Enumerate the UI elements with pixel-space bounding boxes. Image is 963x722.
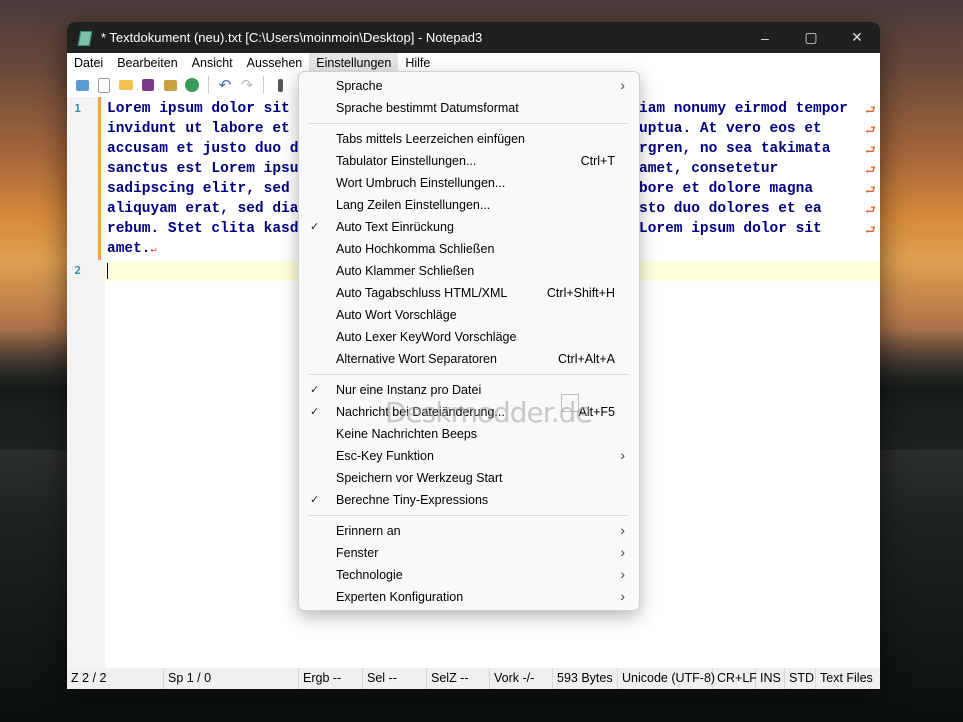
chevron-right-icon: › [620, 522, 625, 538]
change-marker-bar [98, 97, 101, 260]
status-occurrences[interactable]: Vork -/- [490, 668, 553, 689]
menu-item-auto-hochkomma[interactable]: Auto Hochkomma Schließen [303, 238, 635, 260]
menu-item-sprache[interactable]: Sprache › [303, 75, 635, 97]
menu-item-tabs-leerzeichen[interactable]: Tabs mittels Leerzeichen einfügen [303, 128, 635, 150]
checkmark-icon: ✓ [310, 221, 320, 233]
menu-item-sprache-datumsformat[interactable]: Sprache bestimmt Datumsformat [303, 97, 635, 119]
chevron-right-icon: › [620, 588, 625, 604]
watermark-pen-icon [561, 394, 579, 412]
status-column[interactable]: Sp 1 / 0 [164, 668, 299, 689]
menu-item-auto-klammer[interactable]: Auto Klammer Schließen [303, 260, 635, 282]
wrap-mark-icon: ⮐ [865, 123, 876, 137]
menu-item-technologie[interactable]: Technologie › [303, 564, 635, 586]
revert-icon[interactable] [182, 75, 202, 95]
text-line: invidunt ut labore et [107, 121, 290, 137]
text-line-right: iam nonumy eirmod tempor [639, 101, 848, 117]
text-line-right: amet, consetetur [639, 161, 779, 177]
status-encoding[interactable]: Unicode (UTF-8) [618, 668, 715, 689]
menu-einstellungen[interactable]: Einstellungen [309, 53, 399, 73]
close-button[interactable]: ✕ [834, 22, 880, 53]
menu-bar: Datei Bearbeiten Ansicht Aussehen Einste… [67, 53, 880, 73]
status-line-ending[interactable]: CR+LF [713, 668, 757, 689]
text-line-right: Lorem ipsum dolor sit [639, 221, 822, 237]
text-line: rebum. Stet clita kasd [107, 221, 299, 237]
text-line: sanctus est Lorem ipsu [107, 161, 299, 177]
new-file-icon[interactable] [94, 75, 114, 95]
menu-separator [309, 374, 629, 375]
open-folder-icon[interactable] [116, 75, 136, 95]
menu-item-tabulator[interactable]: Tabulator Einstellungen... Ctrl+T [303, 150, 635, 172]
wrap-mark-icon: ⮐ [865, 103, 876, 117]
menu-item-fenster[interactable]: Fenster › [303, 542, 635, 564]
menu-item-auto-text-einrueckung[interactable]: ✓ Auto Text Einrückung [303, 216, 635, 238]
einstellungen-dropdown-menu: Sprache › Sprache bestimmt Datumsformat T… [298, 71, 640, 611]
menu-item-wort-umbruch[interactable]: Wort Umbruch Einstellungen... [303, 172, 635, 194]
text-line-right: uptua. At vero eos et [639, 121, 822, 137]
window-title: * Textdokument (neu).txt [C:\Users\moinm… [101, 30, 483, 45]
text-line-right: sto duo dolores et ea [639, 201, 822, 217]
text-line: Lorem ipsum dolor sit [107, 101, 290, 117]
minimize-button[interactable]: – [742, 22, 788, 53]
save-icon[interactable] [138, 75, 158, 95]
text-line: aliquyam erat, sed dia [107, 201, 299, 217]
chevron-right-icon: › [620, 544, 625, 560]
toolbar-separator [263, 76, 264, 94]
text-line: amet.↵ [107, 239, 157, 261]
toolbar-separator [208, 76, 209, 94]
menu-ansicht[interactable]: Ansicht [185, 53, 240, 73]
checkmark-icon: ✓ [310, 494, 320, 506]
menu-item-erinnern-an[interactable]: Erinnern an › [303, 520, 635, 542]
menu-separator [309, 123, 629, 124]
eol-mark-icon: ↵ [150, 245, 157, 256]
status-result[interactable]: Ergb -- [299, 668, 363, 689]
new-window-icon[interactable] [72, 75, 92, 95]
checkmark-icon: ✓ [310, 406, 320, 418]
menu-bearbeiten[interactable]: Bearbeiten [110, 53, 184, 73]
title-bar: * Textdokument (neu).txt [C:\Users\moinm… [67, 22, 880, 53]
menu-item-auto-lexer-keyword[interactable]: Auto Lexer KeyWord Vorschläge [303, 326, 635, 348]
undo-icon[interactable]: ↶ [215, 75, 235, 95]
status-file-size[interactable]: 593 Bytes [553, 668, 618, 689]
menu-item-esc-key-funktion[interactable]: Esc-Key Funktion › [303, 445, 635, 467]
notepad3-app-icon [77, 30, 93, 46]
menu-datei[interactable]: Datei [67, 53, 110, 73]
status-selection[interactable]: Sel -- [363, 668, 427, 689]
menu-item-auto-wort-vorschlaege[interactable]: Auto Wort Vorschläge [303, 304, 635, 326]
status-lexer[interactable]: Text Files [816, 668, 877, 689]
cut-icon[interactable] [270, 75, 290, 95]
text-line: accusam et justo duo d [107, 141, 299, 157]
line-number: 1 [74, 102, 81, 115]
status-bar: Z 2 / 2 Sp 1 / 0 Ergb -- Sel -- SelZ -- … [67, 668, 880, 689]
save-as-icon[interactable] [160, 75, 180, 95]
status-insert-mode[interactable]: INS [756, 668, 785, 689]
menu-hilfe[interactable]: Hilfe [398, 53, 437, 73]
wrap-mark-icon: ⮐ [865, 163, 876, 177]
chevron-right-icon: › [620, 77, 625, 93]
menu-item-alternative-wort-separatoren[interactable]: Alternative Wort Separatoren Ctrl+Alt+A [303, 348, 635, 370]
chevron-right-icon: › [620, 447, 625, 463]
menu-separator [309, 515, 629, 516]
status-line[interactable]: Z 2 / 2 [67, 668, 164, 689]
checkmark-icon: ✓ [310, 384, 320, 396]
status-std[interactable]: STD [785, 668, 816, 689]
text-line-right: bore et dolore magna [639, 181, 814, 197]
text-line-right: rgren, no sea takimata [639, 141, 831, 157]
redo-icon[interactable]: ↷ [237, 75, 257, 95]
menu-item-tiny-expressions[interactable]: ✓ Berechne Tiny-Expressions [303, 489, 635, 511]
menu-item-auto-tagabschluss[interactable]: Auto Tagabschluss HTML/XML Ctrl+Shift+H [303, 282, 635, 304]
text-line-end: amet. [107, 241, 151, 257]
wrap-mark-icon: ⮐ [865, 183, 876, 197]
chevron-right-icon: › [620, 566, 625, 582]
status-selected-lines[interactable]: SelZ -- [427, 668, 490, 689]
maximize-button[interactable]: ▢ [788, 22, 834, 53]
menu-aussehen[interactable]: Aussehen [240, 53, 310, 73]
menu-item-lang-zeilen[interactable]: Lang Zeilen Einstellungen... [303, 194, 635, 216]
wrap-mark-icon: ⮐ [865, 143, 876, 157]
text-line: sadipscing elitr, sed [107, 181, 290, 197]
wrap-mark-icon: ⮐ [865, 203, 876, 217]
wrap-mark-icon: ⮐ [865, 223, 876, 237]
menu-item-experten-konfiguration[interactable]: Experten Konfiguration › [303, 586, 635, 608]
line-number: 2 [74, 264, 81, 277]
menu-item-speichern-vor-werkzeug[interactable]: Speichern vor Werkzeug Start [303, 467, 635, 489]
